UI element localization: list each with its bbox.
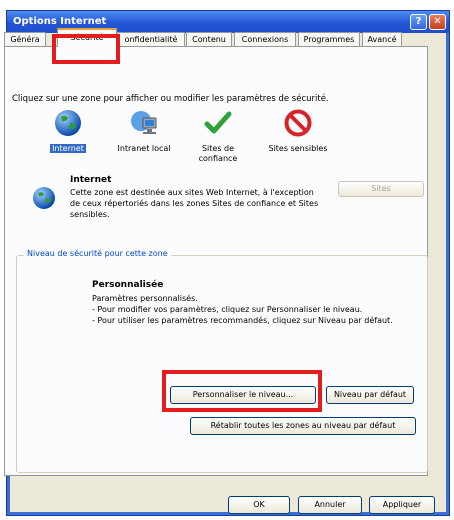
zone-internet-label: Internet: [50, 144, 86, 153]
zone-info-description: Cette zone est destinée aux sites Web In…: [70, 188, 319, 219]
security-tab-highlight: [52, 34, 120, 64]
globe-icon: [55, 110, 81, 136]
default-level-button[interactable]: Niveau par défaut: [326, 386, 414, 404]
network-computer-icon: [131, 111, 157, 134]
zone-internet[interactable]: Internet: [36, 108, 100, 154]
window-title: Options Internet: [13, 16, 107, 27]
zone-restricted[interactable]: Sites sensibles: [266, 108, 330, 154]
custom-level-description: Paramètres personnalisés. - Pour modifie…: [92, 293, 412, 326]
tab-programs[interactable]: Programmes: [298, 32, 360, 46]
zone-restricted-label: Sites sensibles: [268, 144, 328, 153]
tab-general[interactable]: Généra: [4, 32, 46, 46]
apply-button[interactable]: Appliquer: [369, 496, 435, 514]
tab-privacy[interactable]: onfidentialité: [117, 32, 185, 46]
custom-level-title: Personnalisée: [92, 280, 164, 290]
zone-info-title: Internet: [70, 175, 112, 185]
custom-level-line: - Pour modifier vos paramètres, cliquez …: [92, 305, 363, 314]
security-level-group: [16, 255, 428, 473]
security-level-group-label: Niveau de sécurité pour cette zone: [24, 249, 171, 258]
zone-instruction: Cliquez sur une zone pour afficher ou mo…: [12, 94, 329, 104]
close-button[interactable]: ✕: [429, 14, 446, 30]
zone-trusted-label: Sites de confiance: [198, 144, 238, 163]
zone-intranet-label: Intranet local: [117, 144, 171, 153]
zone-globe-icon: [33, 187, 55, 209]
checkmark-icon: [204, 111, 232, 134]
reset-all-zones-button[interactable]: Rétablir toutes les zones au niveau par …: [190, 417, 416, 435]
zone-intranet[interactable]: Intranet local: [112, 108, 176, 154]
tab-connections[interactable]: Connexions: [234, 32, 296, 46]
zone-trusted[interactable]: Sites de confiance: [186, 108, 250, 164]
custom-level-highlight: [162, 370, 322, 412]
custom-level-line: - Pour utiliser les paramètres recommand…: [92, 316, 393, 325]
no-entry-icon: [284, 109, 312, 137]
ok-button[interactable]: OK: [228, 496, 290, 514]
sites-button[interactable]: Sites: [338, 181, 424, 197]
tab-advanced[interactable]: Avancé: [362, 32, 402, 46]
tab-content[interactable]: Contenu: [186, 32, 232, 46]
custom-level-line: Paramètres personnalisés.: [92, 294, 198, 303]
cancel-button[interactable]: Annuler: [298, 496, 362, 514]
